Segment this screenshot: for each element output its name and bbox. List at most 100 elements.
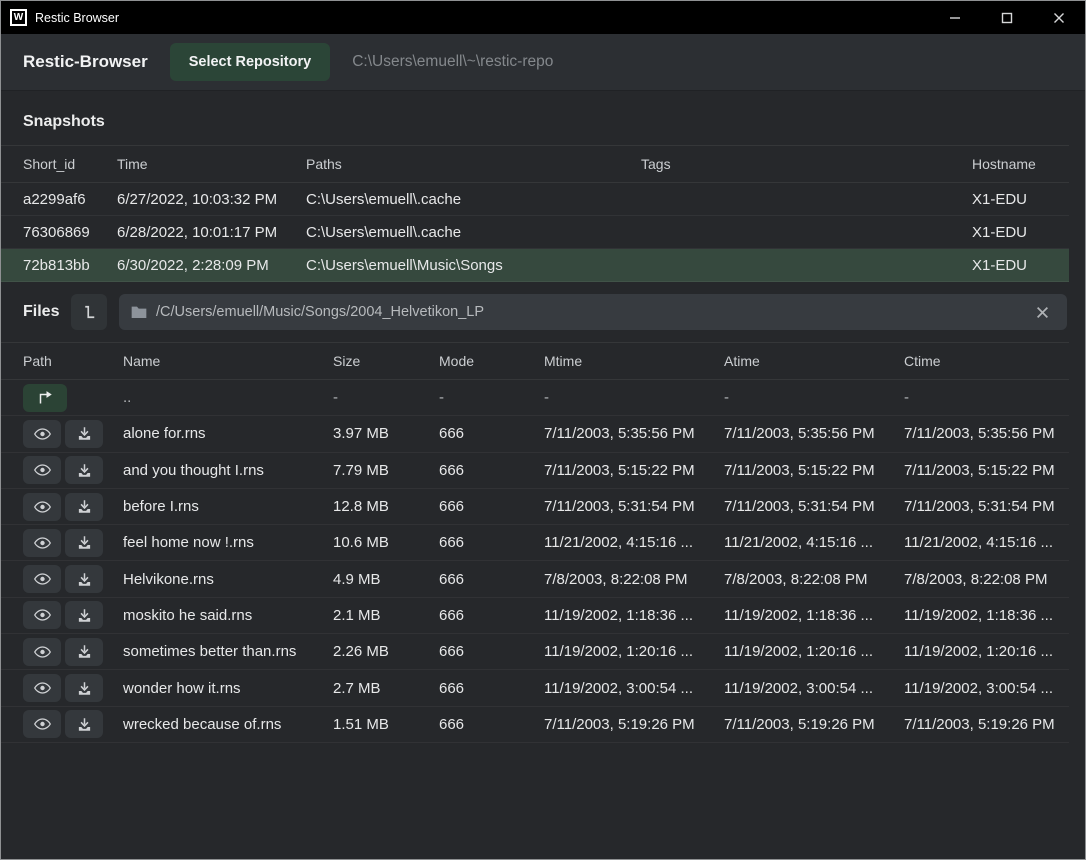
files-column-header: Size [333,353,439,369]
file-atime: 7/11/2003, 5:19:26 PM [724,716,904,733]
file-atime: 7/11/2003, 5:35:56 PM [724,425,904,442]
file-mode: 666 [439,425,544,442]
app-title: Restic-Browser [23,52,148,72]
close-button[interactable] [1033,1,1085,34]
files-bar: Files /C/Users/emuell/Music/Songs/2004_H… [1,282,1085,330]
clear-icon [1036,306,1049,319]
clear-path-button[interactable] [1028,302,1057,323]
parent-dir-arrow-icon [36,390,54,405]
download-button[interactable] [65,638,103,666]
tree-view-toggle-button[interactable] [71,294,107,330]
download-button[interactable] [65,529,103,557]
eye-icon [34,427,51,441]
file-mtime: 11/19/2002, 1:20:16 ... [544,643,724,660]
file-atime: 11/19/2002, 3:00:54 ... [724,680,904,697]
file-row[interactable]: and you thought I.rns7.79 MB6667/11/2003… [1,453,1069,489]
file-mode: 666 [439,716,544,733]
app-header: Restic-Browser Select Repository C:\User… [1,34,1085,91]
file-atime: 7/8/2003, 8:22:08 PM [724,571,904,588]
download-button[interactable] [65,601,103,629]
window-controls [929,1,1085,34]
snapshot-row[interactable]: 763068696/28/2022, 10:01:17 PMC:\Users\e… [1,216,1069,249]
snapshot-paths: C:\Users\emuell\.cache [306,191,641,208]
file-mode: 666 [439,462,544,479]
preview-button[interactable] [23,674,61,702]
file-row[interactable]: feel home now !.rns10.6 MB66611/21/2002,… [1,525,1069,561]
file-ctime: - [904,389,1069,406]
download-icon [77,535,92,550]
file-size: 1.51 MB [333,716,439,733]
file-row[interactable]: wrecked because of.rns1.51 MB666 7/11/200… [1,707,1069,743]
files-column-header: Ctime [904,353,1069,369]
snapshot-short-id: 72b813bb [23,257,117,274]
file-path-value: /C/Users/emuell/Music/Songs/2004_Helveti… [156,304,1019,320]
preview-button[interactable] [23,638,61,666]
file-row[interactable]: wonder how it.rns2.7 MB66611/19/2002, 3:… [1,670,1069,706]
close-icon [1053,12,1065,24]
file-size: 3.97 MB [333,425,439,442]
file-row[interactable]: sometimes better than.rns2.26 MB66611/19… [1,634,1069,670]
preview-button[interactable] [23,565,61,593]
file-mode: 666 [439,498,544,515]
file-actions [23,638,123,666]
snapshots-table: Short_idTimePathsTagsHostname a2299af66/… [1,145,1085,282]
download-icon [77,644,92,659]
file-ctime: 11/19/2002, 1:18:36 ... [904,607,1069,624]
file-name: Helvikone.rns [123,571,333,588]
repository-path: C:\Users\emuell\~\restic-repo [352,53,553,71]
file-ctime: 11/19/2002, 1:20:16 ... [904,643,1069,660]
preview-button[interactable] [23,456,61,484]
snapshot-row[interactable]: a2299af66/27/2022, 10:03:32 PMC:\Users\e… [1,183,1069,216]
file-path-input[interactable]: /C/Users/emuell/Music/Songs/2004_Helveti… [119,294,1067,330]
file-size: - [333,389,439,406]
folder-icon [131,305,147,319]
snapshots-column-header: Short_id [23,156,117,172]
app-window: W Restic Browser Restic-Browser Select R… [0,0,1086,860]
parent-dir-button[interactable] [23,384,67,412]
file-row[interactable]: moskito he said.rns2.1 MB66611/19/2002, … [1,598,1069,634]
minimize-icon [949,12,961,24]
download-button[interactable] [65,493,103,521]
maximize-button[interactable] [981,1,1033,34]
maximize-icon [1001,12,1013,24]
download-button[interactable] [65,456,103,484]
file-ctime: 7/11/2003, 5:35:56 PM [904,425,1069,442]
preview-button[interactable] [23,529,61,557]
file-name: alone for.rns [123,425,333,442]
download-button[interactable] [65,565,103,593]
download-button[interactable] [65,710,103,738]
preview-button[interactable] [23,493,61,521]
file-atime: 11/19/2002, 1:18:36 ... [724,607,904,624]
parent-dir-row[interactable]: ..----- [1,380,1069,416]
preview-button[interactable] [23,420,61,448]
eye-icon [34,681,51,695]
snapshots-column-header: Time [117,156,306,172]
file-row[interactable]: before I.rns12.8 MB6667/11/2003, 5:31:54… [1,489,1069,525]
file-row[interactable]: Helvikone.rns4.9 MB6667/8/2003, 8:22:08 … [1,561,1069,597]
tree-view-icon [80,303,98,321]
preview-button[interactable] [23,601,61,629]
snapshots-body: a2299af66/27/2022, 10:03:32 PMC:\Users\e… [1,183,1085,282]
download-icon [77,499,92,514]
file-atime: 7/11/2003, 5:31:54 PM [724,498,904,515]
minimize-button[interactable] [929,1,981,34]
preview-button[interactable] [23,710,61,738]
file-row[interactable]: alone for.rns3.97 MB666 7/11/2003, 5:35:5… [1,416,1069,452]
snapshots-header-row: Short_idTimePathsTagsHostname [1,145,1069,183]
snapshot-row[interactable]: 72b813bb6/30/2022, 2:28:09 PMC:\Users\em… [1,249,1069,282]
snapshot-time: 6/27/2022, 10:03:32 PM [117,191,306,208]
files-column-header: Path [23,353,123,369]
snapshot-hostname: X1-EDU [972,257,1069,274]
titlebar-left: W Restic Browser [1,9,119,26]
snapshot-short-id: a2299af6 [23,191,117,208]
snapshot-paths: C:\Users\emuell\.cache [306,224,641,241]
download-button[interactable] [65,420,103,448]
snapshot-short-id: 76306869 [23,224,117,241]
file-mtime: - [544,389,724,406]
file-actions [23,710,123,738]
file-name: wrecked because of.rns [123,716,333,733]
snapshot-time: 6/30/2022, 2:28:09 PM [117,257,306,274]
download-button[interactable] [65,674,103,702]
select-repository-button[interactable]: Select Repository [170,43,331,81]
file-ctime: 11/19/2002, 3:00:54 ... [904,680,1069,697]
